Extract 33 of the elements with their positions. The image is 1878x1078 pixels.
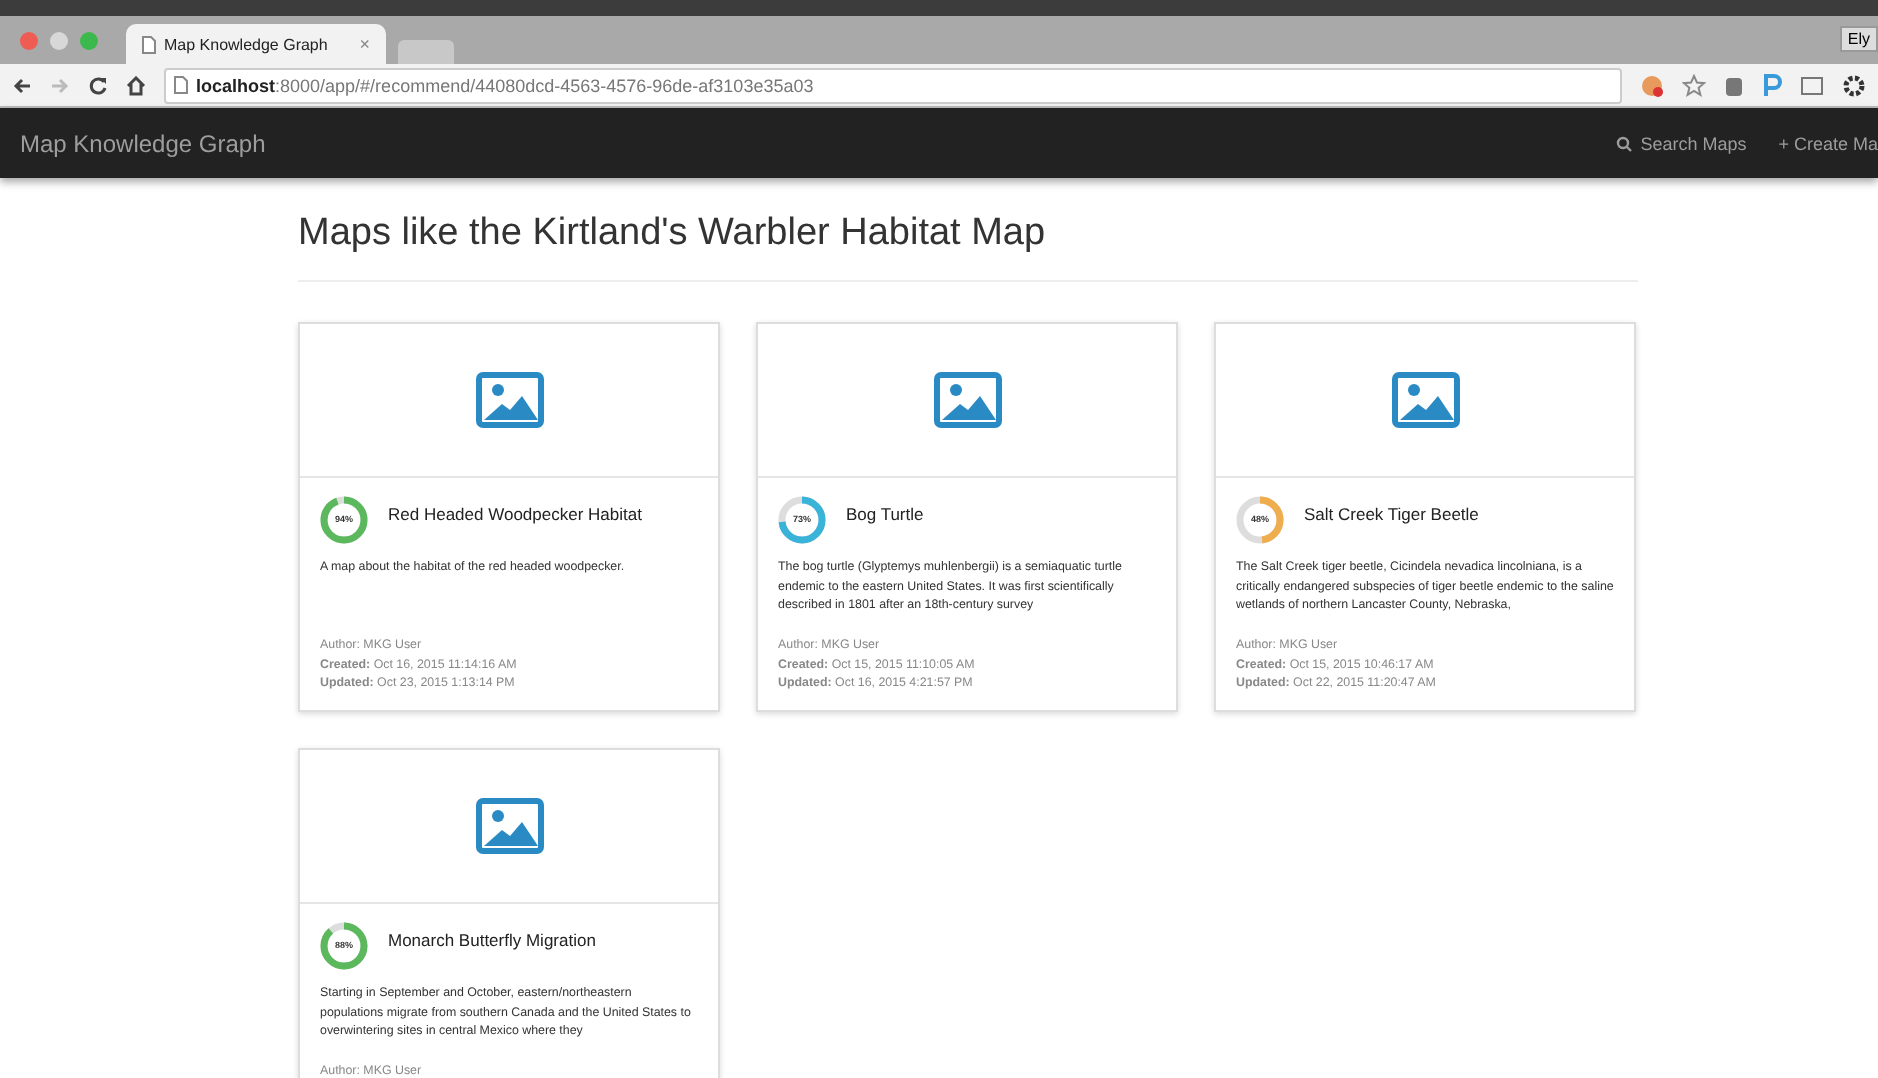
reload-icon[interactable] (88, 75, 108, 95)
page-icon (174, 76, 188, 94)
image-icon (475, 372, 543, 428)
image-icon (933, 372, 1001, 428)
page-heading: Maps like the Kirtland's Warbler Habitat Map (298, 212, 1638, 282)
settings-icon[interactable] (1842, 73, 1866, 97)
browser-tab[interactable]: Map Knowledge Graph × (126, 24, 386, 64)
address-bar[interactable]: localhost:8000/app/#/recommend/44080dcd-4563-4576-96de-af3103e35a03 (164, 67, 1622, 103)
cast-icon[interactable] (1800, 73, 1824, 97)
extension-icon[interactable] (1724, 73, 1744, 97)
profile-button[interactable]: Ely (1839, 26, 1878, 52)
create-map-link[interactable]: + Create Ma (1778, 133, 1878, 153)
home-icon[interactable] (126, 75, 146, 95)
extension-icon[interactable] (1762, 73, 1782, 97)
search-maps-link[interactable]: Search Maps (1616, 133, 1747, 153)
brand-link[interactable]: Map Knowledge Graph (20, 129, 266, 157)
url-text: localhost:8000/app/#/recommend/44080dcd-4563-4576-96de-af3103e35a03 (196, 75, 814, 95)
extension-icon[interactable] (1640, 73, 1664, 97)
image-icon (1391, 372, 1459, 428)
card-title: Monarch Butterfly Migration (388, 930, 596, 950)
card-title: Bog Turtle (846, 504, 924, 524)
window-controls[interactable] (20, 31, 98, 49)
search-icon (1616, 135, 1633, 151)
map-card[interactable] (756, 322, 1178, 712)
card-title: Red Headed Woodpecker Habitat (388, 504, 642, 524)
image-icon (475, 798, 543, 854)
back-arrow-icon[interactable] (12, 75, 32, 95)
card-title: Salt Creek Tiger Beetle (1304, 504, 1479, 524)
page-icon (142, 35, 156, 53)
map-card[interactable] (1214, 322, 1636, 712)
map-card[interactable] (298, 748, 720, 1078)
tab-title: Map Knowledge Graph (164, 35, 328, 53)
star-icon[interactable] (1682, 73, 1706, 97)
